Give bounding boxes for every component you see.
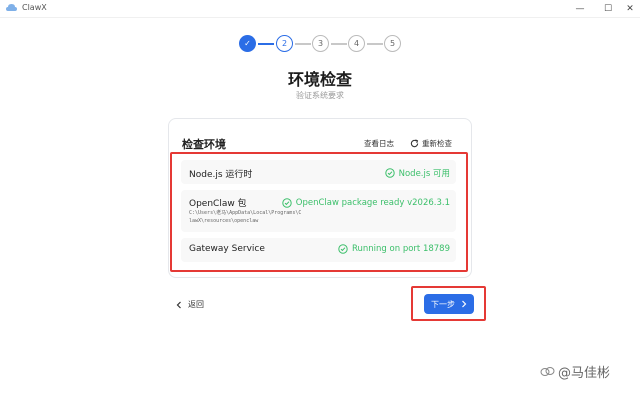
step-5: 5 — [384, 35, 401, 52]
annotation-highlight-checks — [170, 152, 468, 272]
card-title: 检查环境 — [182, 138, 226, 151]
title-bar: ClawX — ☐ ✕ — [0, 0, 640, 18]
refresh-icon — [410, 139, 419, 148]
recheck-label: 重新检查 — [422, 139, 452, 148]
step-3: 3 — [312, 35, 329, 52]
step-connector — [367, 43, 383, 45]
recheck-button[interactable]: 重新检查 — [410, 138, 452, 149]
step-1-complete: ✓ — [239, 35, 256, 52]
minimize-button[interactable]: — — [568, 0, 592, 18]
view-log-button[interactable]: 查看日志 — [364, 138, 394, 149]
step-connector — [258, 43, 274, 45]
step-2-current: 2 — [276, 35, 293, 52]
page-title: 环境检查 — [287, 70, 352, 89]
close-button[interactable]: ✕ — [618, 0, 640, 18]
watermark: @马佳彬 — [540, 362, 610, 381]
step-connector — [295, 43, 311, 45]
view-log-label: 查看日志 — [364, 139, 394, 148]
watermark-text: @马佳彬 — [558, 366, 611, 381]
back-button[interactable]: 返回 — [176, 299, 204, 310]
app-title: ClawX — [22, 3, 47, 12]
maximize-button[interactable]: ☐ — [596, 0, 620, 18]
step-4: 4 — [348, 35, 365, 52]
app-logo-icon — [6, 4, 17, 11]
annotation-highlight-next — [411, 286, 486, 321]
page-subtitle: 验证系统要求 — [296, 91, 344, 100]
step-connector — [331, 43, 347, 45]
back-label: 返回 — [188, 300, 204, 309]
chevron-left-icon — [176, 301, 181, 308]
watermark-logo-icon — [540, 367, 555, 376]
